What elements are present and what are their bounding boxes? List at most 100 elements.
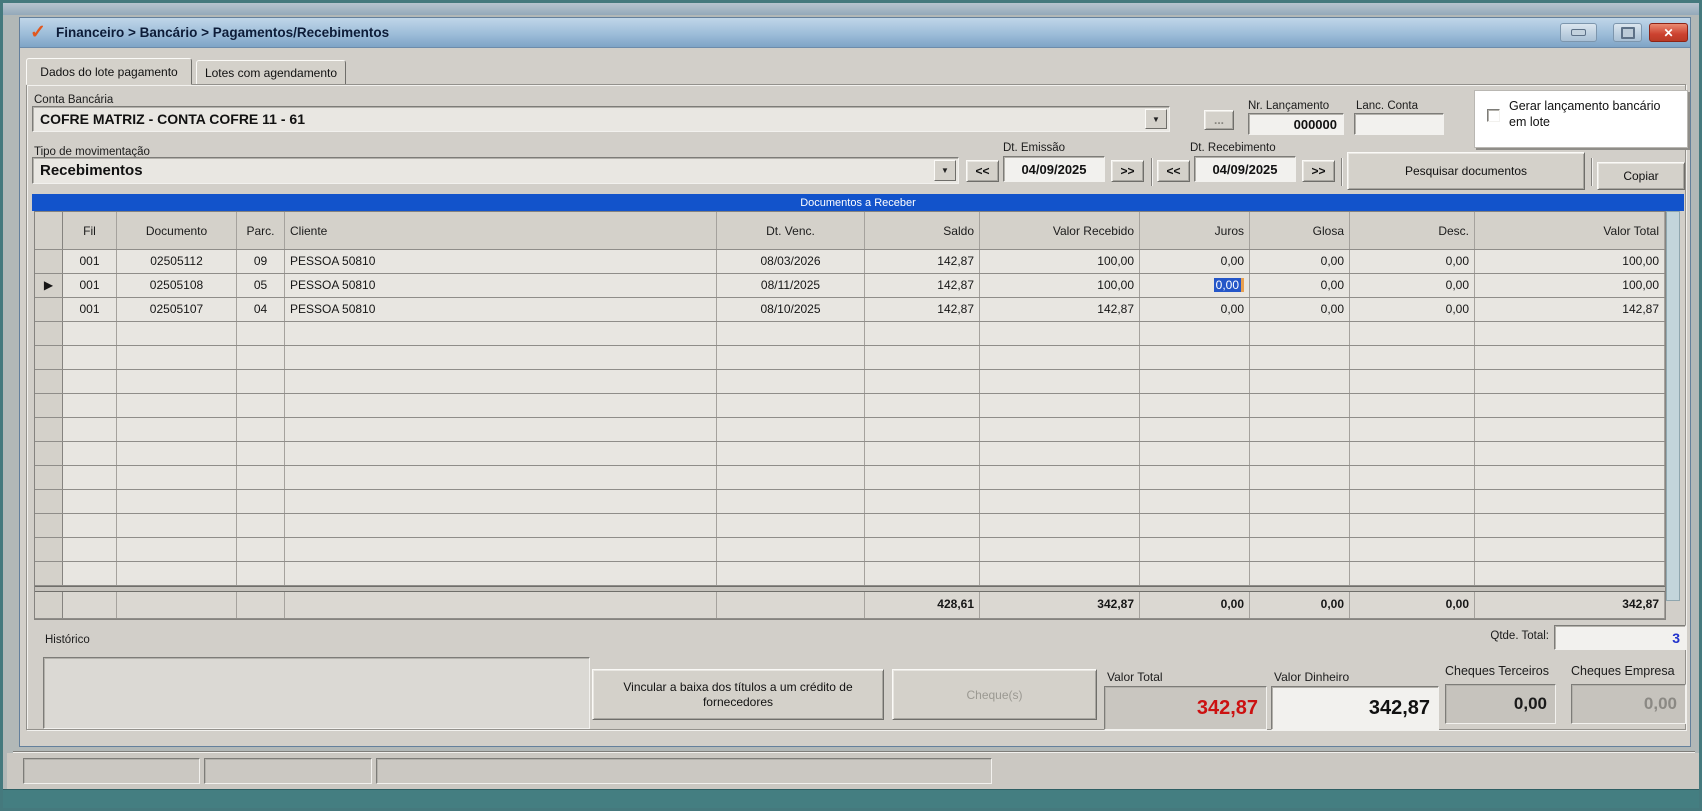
cell-dt_venc[interactable] [717,442,865,465]
cell-parc[interactable] [237,322,285,345]
cell-documento[interactable]: 02505107 [117,298,237,321]
cell-saldo[interactable]: 142,87 [865,298,980,321]
cell-valor_recebido[interactable] [980,346,1140,369]
cell-cliente[interactable] [285,418,717,441]
cell-valor_total[interactable] [1475,346,1665,369]
pesquisar-documentos-button[interactable]: Pesquisar documentos [1347,152,1585,190]
cell-glosa[interactable] [1250,394,1350,417]
cell-dt_venc[interactable] [717,394,865,417]
cell-desc[interactable] [1350,562,1475,585]
cell-documento[interactable] [117,418,237,441]
cell-fil[interactable]: 001 [63,274,117,297]
cell-parc[interactable]: 04 [237,298,285,321]
cell-valor_total[interactable] [1475,442,1665,465]
cell-valor_total[interactable] [1475,562,1665,585]
cell-valor_recebido[interactable] [980,322,1140,345]
cell-documento[interactable] [117,322,237,345]
cell-valor_total[interactable] [1475,490,1665,513]
cell-valor_total[interactable]: 100,00 [1475,250,1665,273]
row-selector-cell[interactable] [35,562,63,585]
row-selector-cell[interactable] [35,466,63,489]
cell-fil[interactable]: 001 [63,250,117,273]
vincular-baixa-button[interactable]: Vincular a baixa dos títulos a um crédit… [592,669,884,720]
cell-documento[interactable]: 02505112 [117,250,237,273]
cell-dt_venc[interactable] [717,370,865,393]
cell-documento[interactable] [117,346,237,369]
cell-valor_recebido[interactable] [980,370,1140,393]
cell-cliente[interactable] [285,370,717,393]
cell-saldo[interactable] [865,490,980,513]
cell-parc[interactable] [237,490,285,513]
cell-glosa[interactable] [1250,418,1350,441]
copiar-button[interactable]: Copiar [1597,162,1685,190]
cell-saldo[interactable] [865,418,980,441]
cell-fil[interactable] [63,538,117,561]
cell-juros[interactable] [1140,346,1250,369]
cell-desc[interactable] [1350,322,1475,345]
cell-cliente[interactable] [285,562,717,585]
cell-dt_venc[interactable]: 08/10/2025 [717,298,865,321]
row-selector-cell[interactable] [35,250,63,273]
cell-documento[interactable] [117,562,237,585]
row-selector-cell[interactable] [35,370,63,393]
cell-saldo[interactable] [865,466,980,489]
cell-documento[interactable] [117,394,237,417]
cell-dt_venc[interactable] [717,562,865,585]
cell-dt_venc[interactable]: 08/03/2026 [717,250,865,273]
cell-valor_total[interactable] [1475,370,1665,393]
cell-documento[interactable] [117,514,237,537]
nr-lancamento-field[interactable]: 000000 [1248,113,1344,135]
cell-glosa[interactable] [1250,466,1350,489]
cell-glosa[interactable] [1250,538,1350,561]
cell-desc[interactable] [1350,370,1475,393]
grid-scrollbar[interactable] [1666,211,1680,601]
cell-documento[interactable]: 02505108 [117,274,237,297]
cell-glosa[interactable] [1250,562,1350,585]
row-selector-cell[interactable] [35,346,63,369]
cell-glosa[interactable]: 0,00 [1250,274,1350,297]
cell-desc[interactable] [1350,418,1475,441]
row-selector-cell[interactable] [35,490,63,513]
cell-parc[interactable] [237,538,285,561]
cell-desc[interactable] [1350,466,1475,489]
cell-documento[interactable] [117,538,237,561]
browse-account-button[interactable]: ... [1204,110,1234,130]
dt-emissao-field[interactable]: 04/09/2025 [1003,156,1105,182]
conta-bancaria-combobox[interactable]: COFRE MATRIZ - CONTA COFRE 11 - 61 ▼ [32,106,1170,132]
cell-juros[interactable] [1140,466,1250,489]
cell-juros[interactable] [1140,394,1250,417]
cell-desc[interactable] [1350,442,1475,465]
cell-saldo[interactable] [865,346,980,369]
dt-recebimento-field[interactable]: 04/09/2025 [1194,156,1296,182]
cell-cliente[interactable]: PESSOA 50810 [285,298,717,321]
chevron-down-icon[interactable]: ▼ [1145,109,1167,129]
row-selector-cell[interactable]: ▶ [35,274,63,297]
cell-desc[interactable] [1350,514,1475,537]
row-selector-cell[interactable] [35,538,63,561]
cell-glosa[interactable] [1250,514,1350,537]
cell-parc[interactable] [237,370,285,393]
cell-glosa[interactable] [1250,490,1350,513]
cell-desc[interactable] [1350,538,1475,561]
cell-valor_total[interactable] [1475,394,1665,417]
cell-glosa[interactable]: 0,00 [1250,250,1350,273]
cell-parc[interactable] [237,562,285,585]
cell-glosa[interactable] [1250,346,1350,369]
cell-juros[interactable] [1140,418,1250,441]
cell-desc[interactable]: 0,00 [1350,274,1475,297]
cell-parc[interactable]: 05 [237,274,285,297]
cell-cliente[interactable] [285,442,717,465]
cell-fil[interactable]: 001 [63,298,117,321]
cell-saldo[interactable] [865,442,980,465]
cell-juros[interactable] [1140,562,1250,585]
cell-juros[interactable]: 0,00 [1140,298,1250,321]
cell-cliente[interactable] [285,394,717,417]
cell-saldo[interactable] [865,394,980,417]
maximize-button[interactable] [1613,23,1642,42]
cell-documento[interactable] [117,442,237,465]
cell-valor_total[interactable] [1475,538,1665,561]
cell-fil[interactable] [63,370,117,393]
cell-fil[interactable] [63,514,117,537]
cell-glosa[interactable] [1250,442,1350,465]
cell-glosa[interactable] [1250,322,1350,345]
